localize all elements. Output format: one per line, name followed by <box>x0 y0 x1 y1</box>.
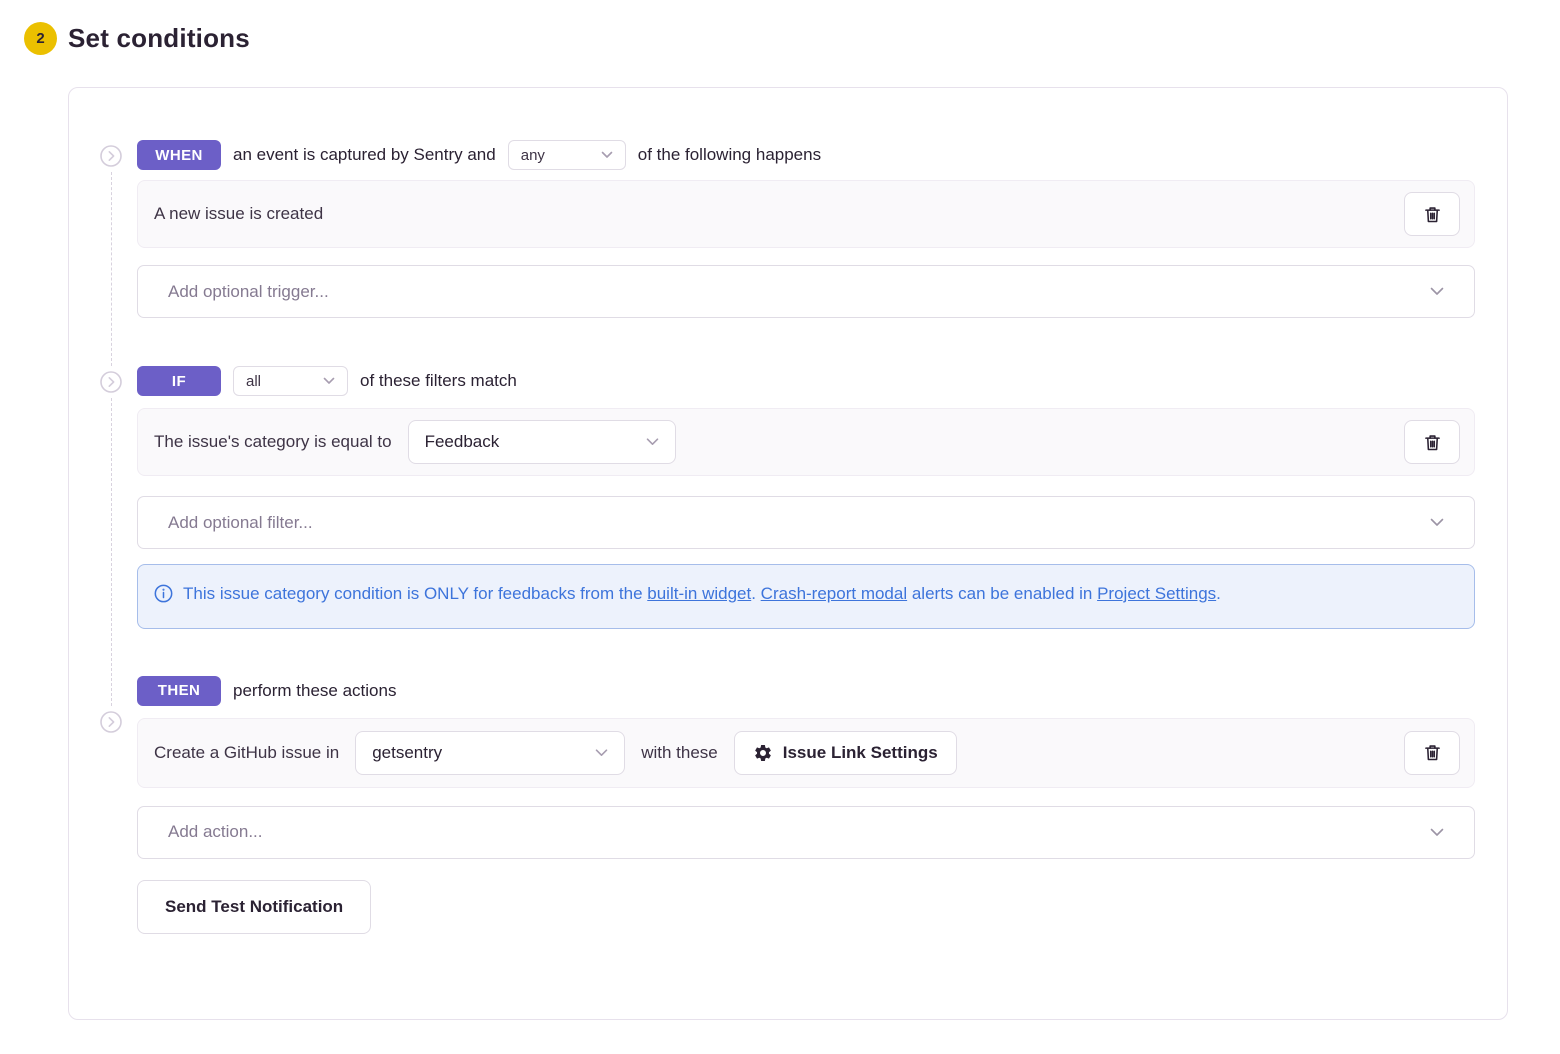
project-settings-link[interactable]: Project Settings <box>1097 584 1216 603</box>
action-mid-text: with these <box>641 743 718 763</box>
if-aggregate-value: all <box>246 373 261 390</box>
page-header: 2 Set conditions <box>24 22 1560 55</box>
add-action-placeholder: Add action... <box>168 822 263 842</box>
filter-category-value: Feedback <box>425 432 500 452</box>
add-filter-placeholder: Add optional filter... <box>168 513 313 533</box>
delete-condition-button[interactable] <box>1404 192 1460 236</box>
info-alert-text: This issue category condition is ONLY fo… <box>183 580 1221 613</box>
then-header: THEN perform these actions <box>137 676 1475 706</box>
when-trail-text: of the following happens <box>638 145 821 165</box>
dashed-connector <box>111 172 112 366</box>
chevron-down-icon <box>323 377 335 385</box>
send-test-notification-button[interactable]: Send Test Notification <box>137 880 371 934</box>
gear-icon <box>753 743 773 763</box>
github-repo-value: getsentry <box>372 743 442 763</box>
chevron-down-icon <box>646 438 659 446</box>
step-number: 2 <box>36 30 44 47</box>
chevron-right-circle-icon <box>100 371 122 393</box>
then-trail-text: perform these actions <box>233 681 396 701</box>
chevron-down-icon <box>601 151 613 159</box>
filter-category-select[interactable]: Feedback <box>408 420 676 464</box>
info-alert: This issue category condition is ONLY fo… <box>137 564 1475 629</box>
delete-filter-button[interactable] <box>1404 420 1460 464</box>
trash-icon <box>1422 204 1443 225</box>
then-action-row: Create a GitHub issue in getsentry with … <box>137 718 1475 788</box>
when-aggregate-select[interactable]: any <box>508 140 626 170</box>
when-header: WHEN an event is captured by Sentry and … <box>137 140 1475 170</box>
page-title: Set conditions <box>68 23 250 54</box>
if-filter-row: The issue's category is equal to Feedbac… <box>137 408 1475 476</box>
add-action-combobox[interactable]: Add action... <box>137 806 1475 859</box>
when-section: WHEN an event is captured by Sentry and … <box>137 140 1475 318</box>
if-aggregate-select[interactable]: all <box>233 366 348 396</box>
step-number-badge: 2 <box>24 22 57 55</box>
info-icon <box>154 580 173 613</box>
add-trigger-placeholder: Add optional trigger... <box>168 282 329 302</box>
built-in-widget-link[interactable]: built-in widget <box>647 584 751 603</box>
chevron-down-icon <box>1430 518 1444 527</box>
chevron-down-icon <box>1430 828 1444 837</box>
if-badge: IF <box>137 366 221 396</box>
alert-text: This issue category condition is ONLY fo… <box>183 584 647 603</box>
add-filter-combobox[interactable]: Add optional filter... <box>137 496 1475 549</box>
issue-link-settings-button[interactable]: Issue Link Settings <box>734 731 957 775</box>
alert-text: . <box>1216 584 1221 603</box>
add-trigger-combobox[interactable]: Add optional trigger... <box>137 265 1475 318</box>
chevron-down-icon <box>595 749 608 757</box>
alert-text: alerts can be enabled in <box>907 584 1097 603</box>
alert-text: . <box>751 584 760 603</box>
when-badge: WHEN <box>137 140 221 170</box>
action-label: Create a GitHub issue in <box>154 743 339 763</box>
chevron-right-circle-icon <box>100 711 122 733</box>
when-condition-row: A new issue is created <box>137 180 1475 248</box>
conditions-panel: WHEN an event is captured by Sentry and … <box>68 87 1508 1020</box>
if-header: IF all of these filters match <box>137 366 1475 396</box>
chevron-down-icon <box>1430 287 1444 296</box>
when-lead-text: an event is captured by Sentry and <box>233 145 496 165</box>
if-section: IF all of these filters match The issue'… <box>137 366 1475 629</box>
if-filter-label: The issue's category is equal to <box>154 432 392 452</box>
trash-icon <box>1422 432 1443 453</box>
delete-action-button[interactable] <box>1404 731 1460 775</box>
then-section: THEN perform these actions Create a GitH… <box>137 676 1475 934</box>
when-aggregate-value: any <box>521 147 545 164</box>
if-trail-text: of these filters match <box>360 371 517 391</box>
chevron-right-circle-icon <box>100 145 122 167</box>
issue-link-settings-label: Issue Link Settings <box>783 743 938 763</box>
then-badge: THEN <box>137 676 221 706</box>
dashed-connector <box>111 398 112 706</box>
trash-icon <box>1422 742 1443 763</box>
when-condition-label: A new issue is created <box>154 204 323 224</box>
github-repo-select[interactable]: getsentry <box>355 731 625 775</box>
crash-report-modal-link[interactable]: Crash-report modal <box>761 584 907 603</box>
